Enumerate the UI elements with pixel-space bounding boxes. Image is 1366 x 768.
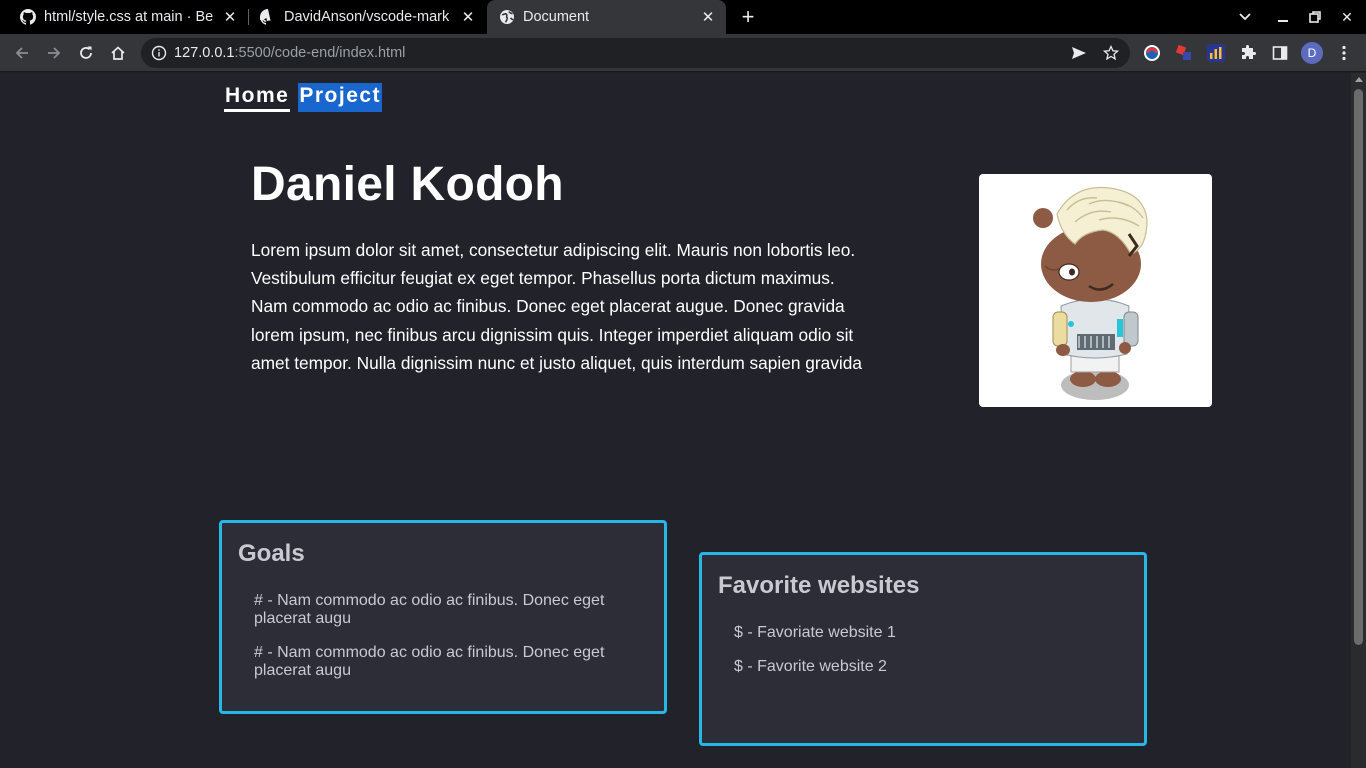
new-tab-plus-icon[interactable]: + bbox=[736, 4, 760, 29]
goals-card: Goals # - Nam commodo ac odio ac finibus… bbox=[219, 520, 667, 714]
site-nav: Home Project bbox=[224, 83, 383, 112]
browser-toolbar: 127.0.0.1:5500/code-end/index.html D bbox=[0, 34, 1366, 72]
close-tab-icon[interactable]: ✕ bbox=[220, 7, 240, 27]
globe-icon bbox=[499, 9, 515, 25]
favorite-website-item: $ - Favorite website 2 bbox=[734, 658, 887, 675]
back-arrow-icon[interactable] bbox=[8, 37, 36, 69]
tab-vscode-markdownlint[interactable]: DavidAnson/vscode-mark ✕ bbox=[248, 0, 486, 34]
favorite-website-item: $ - Favoriate website 1 bbox=[734, 624, 896, 641]
minimize-icon[interactable] bbox=[1267, 0, 1299, 34]
send-tab-icon[interactable] bbox=[1069, 43, 1089, 63]
site-info-icon[interactable] bbox=[151, 45, 167, 61]
reload-icon[interactable] bbox=[72, 37, 100, 69]
address-bar[interactable]: 127.0.0.1:5500/code-end/index.html bbox=[141, 38, 1130, 68]
home-icon[interactable] bbox=[104, 37, 132, 69]
url-host: 127.0.0.1 bbox=[174, 45, 235, 61]
extension-red-circle-icon[interactable] bbox=[1142, 43, 1162, 63]
extension-puzzle-color-icon[interactable] bbox=[1174, 43, 1194, 63]
extension-chart-icon[interactable] bbox=[1206, 43, 1226, 63]
restore-icon[interactable] bbox=[1299, 0, 1331, 34]
kebab-menu-icon[interactable] bbox=[1334, 43, 1354, 63]
github-icon bbox=[20, 9, 36, 25]
nav-link-home[interactable]: Home bbox=[224, 83, 291, 112]
forward-arrow-icon[interactable] bbox=[40, 37, 68, 69]
extensions-puzzle-icon[interactable] bbox=[1238, 43, 1258, 63]
url-path: :5500/code-end/index.html bbox=[234, 45, 406, 61]
bookmark-star-icon[interactable] bbox=[1101, 43, 1121, 63]
close-tab-icon[interactable]: ✕ bbox=[698, 7, 718, 27]
profile-avatar[interactable]: D bbox=[1301, 42, 1323, 64]
page-scrollbar[interactable] bbox=[1351, 73, 1366, 768]
url-text[interactable]: 127.0.0.1:5500/code-end/index.html bbox=[174, 45, 405, 61]
tab-title: html/style.css at main · Be bbox=[44, 9, 214, 25]
favorite-websites-list: $ - Favoriate website 1 $ - Favorite web… bbox=[734, 624, 1114, 692]
profile-image bbox=[979, 174, 1212, 407]
tab-style-css[interactable]: html/style.css at main · Be ✕ bbox=[8, 0, 248, 34]
tab-search-chevron-icon[interactable] bbox=[1229, 0, 1261, 34]
scroll-up-arrow-icon[interactable] bbox=[1355, 77, 1363, 82]
side-panel-icon[interactable] bbox=[1270, 43, 1290, 63]
goals-list-item: # - Nam commodo ac odio ac finibus. Done… bbox=[254, 644, 605, 679]
scrollbar-thumb[interactable] bbox=[1354, 89, 1363, 645]
page-title: Daniel Kodoh bbox=[251, 158, 564, 211]
tab-title: DavidAnson/vscode-mark bbox=[284, 9, 450, 25]
favorite-websites-card: Favorite websites $ - Favoriate website … bbox=[699, 552, 1147, 746]
tab-strip: html/style.css at main · Be ✕ DavidAnson… bbox=[0, 0, 1366, 34]
close-window-icon[interactable]: ✕ bbox=[1331, 0, 1363, 34]
tab-document[interactable]: Document ✕ bbox=[487, 0, 726, 34]
favorite-websites-title: Favorite websites bbox=[718, 572, 920, 599]
goals-list: # - Nam commodo ac odio ac finibus. Done… bbox=[254, 592, 634, 696]
snoo-avatar-illustration bbox=[1033, 186, 1148, 400]
close-tab-icon[interactable]: ✕ bbox=[458, 7, 478, 27]
github-icon bbox=[260, 9, 276, 25]
bio-paragraph: Lorem ipsum dolor sit amet, consectetur … bbox=[251, 240, 862, 373]
tab-title: Document bbox=[523, 9, 590, 25]
page-viewport: Home Project Daniel Kodoh Lorem ipsum do… bbox=[0, 73, 1351, 768]
goals-list-item: # - Nam commodo ac odio ac finibus. Done… bbox=[254, 592, 605, 627]
nav-link-project[interactable]: Project bbox=[298, 83, 383, 112]
goals-title: Goals bbox=[238, 540, 305, 567]
